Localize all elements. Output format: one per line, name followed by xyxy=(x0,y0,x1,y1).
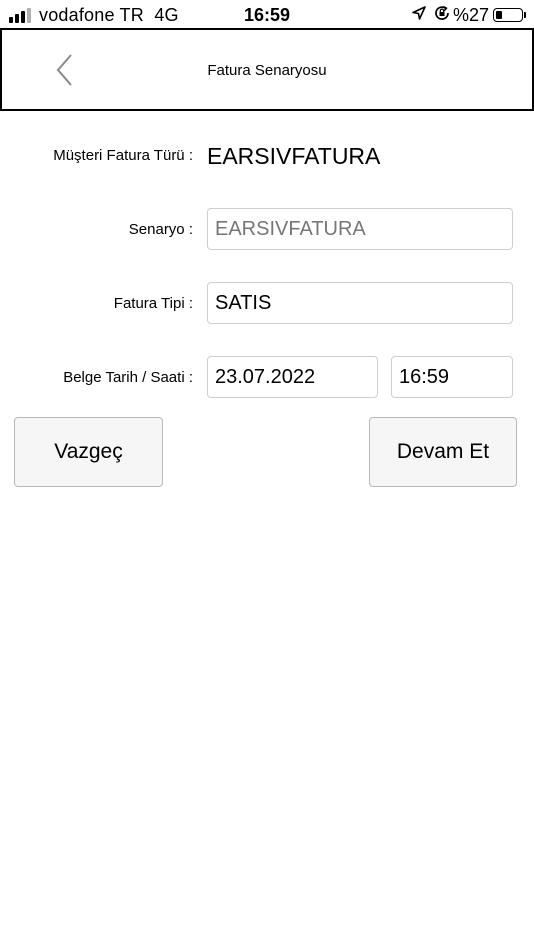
battery-fill xyxy=(496,11,502,19)
document-datetime-label: Belge Tarih / Saati : xyxy=(63,369,193,386)
document-date-field[interactable]: 23.07.2022 xyxy=(207,356,378,398)
scenario-label: Senaryo : xyxy=(128,221,193,238)
customer-invoice-type-value: EARSIVFATURA xyxy=(207,143,381,169)
battery-percent: %27 xyxy=(452,4,489,25)
customer-invoice-type-label: Müşteri Fatura Türü : xyxy=(53,147,193,164)
scenario-field[interactable]: EARSIVFATURA xyxy=(207,208,513,250)
page-title: Fatura Senaryosu xyxy=(207,62,327,79)
status-bar: vodafone TR 4G 16:59 %27 xyxy=(0,0,534,30)
document-time-field[interactable]: 16:59 xyxy=(391,356,513,398)
navigation-bar: Fatura Senaryosu xyxy=(0,28,534,111)
invoice-type-label: Fatura Tipi : xyxy=(113,295,193,312)
cancel-button[interactable]: Vazgeç xyxy=(14,417,163,487)
rotation-lock-icon xyxy=(433,4,451,27)
battery-tip xyxy=(524,12,526,18)
location-arrow-icon xyxy=(411,5,427,26)
battery-icon xyxy=(493,8,523,22)
status-right-group: %27 xyxy=(411,5,526,25)
invoice-type-field[interactable]: SATIS xyxy=(207,282,513,324)
continue-button[interactable]: Devam Et xyxy=(369,417,517,487)
